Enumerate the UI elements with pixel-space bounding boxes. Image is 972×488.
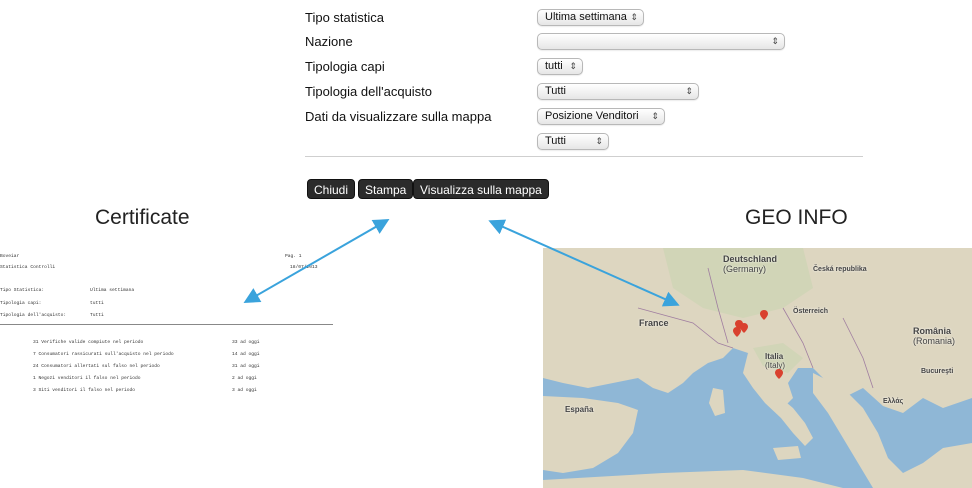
map-label-austria: Österreich — [793, 308, 829, 315]
map-label-text: România — [913, 326, 952, 336]
select-value: Tutti — [545, 134, 566, 147]
map-label-greece: Ελλάς — [883, 398, 904, 405]
doc-line-text: 31 Verifiche valide compiute nel periodo — [33, 340, 144, 345]
close-button[interactable]: Chiudi — [307, 179, 356, 199]
map-label-text: Italia — [765, 352, 784, 361]
label-dati-mappa: Dati da visualizzare sulla mappa — [305, 108, 492, 124]
select-value: Tutti — [545, 84, 566, 97]
select-value: Ultima settimana — [545, 10, 627, 23]
label-nazione: Nazione — [305, 33, 353, 49]
select-dati-filtro[interactable]: Tutti ⇕ — [537, 132, 609, 150]
select-tipologia-acquisto[interactable]: Tutti ⇕ — [537, 82, 699, 100]
geo-info-caption: GEO INFO — [745, 206, 848, 229]
doc-date: 18/07/2013 — [290, 265, 318, 270]
print-button[interactable]: Stampa — [358, 179, 414, 199]
select-arrows-icon: ⇕ — [685, 85, 693, 96]
select-arrows-icon: ⇕ — [651, 110, 659, 121]
map-label-romania: România (Romania) — [913, 326, 955, 346]
select-dati-mappa[interactable]: Posizione Venditori ⇕ — [537, 107, 665, 125]
doc-line-text: 24 Consumatori allertati sul falso nel p… — [33, 364, 160, 369]
select-nazione[interactable]: ⇕ — [537, 32, 785, 50]
doc-field-value: tutti — [90, 301, 104, 306]
map-label-france: France — [639, 318, 669, 328]
select-arrows-icon: ⇕ — [595, 135, 603, 146]
map-label-czech: Česká republika — [813, 266, 867, 273]
form-divider — [305, 156, 863, 157]
doc-line-value: 2 ad oggi — [232, 376, 257, 381]
map-label-italy: Italia (Italy) — [765, 352, 785, 370]
map-label-text: Deutschland — [723, 254, 778, 264]
doc-page-number: Pag. 1 — [285, 254, 302, 259]
map-marker-icon[interactable] — [740, 323, 748, 333]
select-value: Posizione Venditori — [545, 109, 639, 122]
select-tipo-statistica[interactable]: Ultima settimana ⇕ — [537, 8, 644, 26]
doc-field-value: Tutti — [90, 313, 104, 318]
map-marker-icon[interactable] — [775, 369, 783, 379]
doc-header-title: Statistica Controlli — [0, 265, 56, 270]
show-map-button[interactable]: Visualizza sulla mappa — [413, 179, 549, 199]
doc-header-company: Boveiar — [0, 254, 20, 259]
doc-separator — [0, 324, 333, 325]
doc-field-label: Tipo Statistica: — [0, 288, 45, 293]
doc-line-text: 7 Consumatori rassicurati sull'acquisto … — [33, 352, 174, 357]
map-land-shapes — [543, 248, 972, 488]
doc-field-value: Ultima settimana — [90, 288, 135, 293]
doc-field-label: Tipologia capi: — [0, 301, 42, 306]
doc-line-value: 3 ad oggi — [232, 388, 257, 393]
map-label-sub: (Germany) — [723, 264, 767, 274]
map-label-sub: (Romania) — [913, 336, 956, 346]
doc-line-value: 33 ad oggi — [232, 340, 260, 345]
certificate-caption: Certificate — [95, 206, 190, 229]
map-label-germany: Deutschland (Germany) — [723, 254, 777, 274]
label-tipo-statistica: Tipo statistica — [305, 9, 384, 25]
map-marker-icon[interactable] — [733, 327, 741, 337]
doc-line-text: 1 Negozi venditori il falso nel periodo — [33, 376, 141, 381]
select-arrows-icon: ⇕ — [630, 11, 638, 22]
doc-line-value: 31 ad oggi — [232, 364, 260, 369]
doc-field-label: Tipologia dell'acquisto: — [0, 313, 67, 318]
select-arrows-icon: ⇕ — [771, 35, 779, 46]
geo-map[interactable]: Deutschland (Germany) France Italia (Italy… — [543, 248, 972, 488]
map-marker-icon[interactable] — [760, 310, 768, 320]
doc-line-value: 14 ad oggi — [232, 352, 260, 357]
doc-line-text: 3 Siti venditori il falso nel periodo — [33, 388, 135, 393]
certificate-document: Boveiar Statistica Controlli Pag. 1 18/0… — [0, 250, 335, 410]
map-label-spain: España — [565, 405, 594, 414]
label-tipologia-acquisto: Tipologia dell'acquisto — [305, 83, 433, 99]
label-tipologia-capi: Tipologia capi — [305, 58, 385, 74]
select-value: tutti — [545, 59, 563, 72]
select-tipologia-capi[interactable]: tutti ⇕ — [537, 57, 583, 75]
map-label-bucharest: Bucureşti — [921, 368, 954, 375]
select-arrows-icon: ⇕ — [569, 60, 577, 71]
